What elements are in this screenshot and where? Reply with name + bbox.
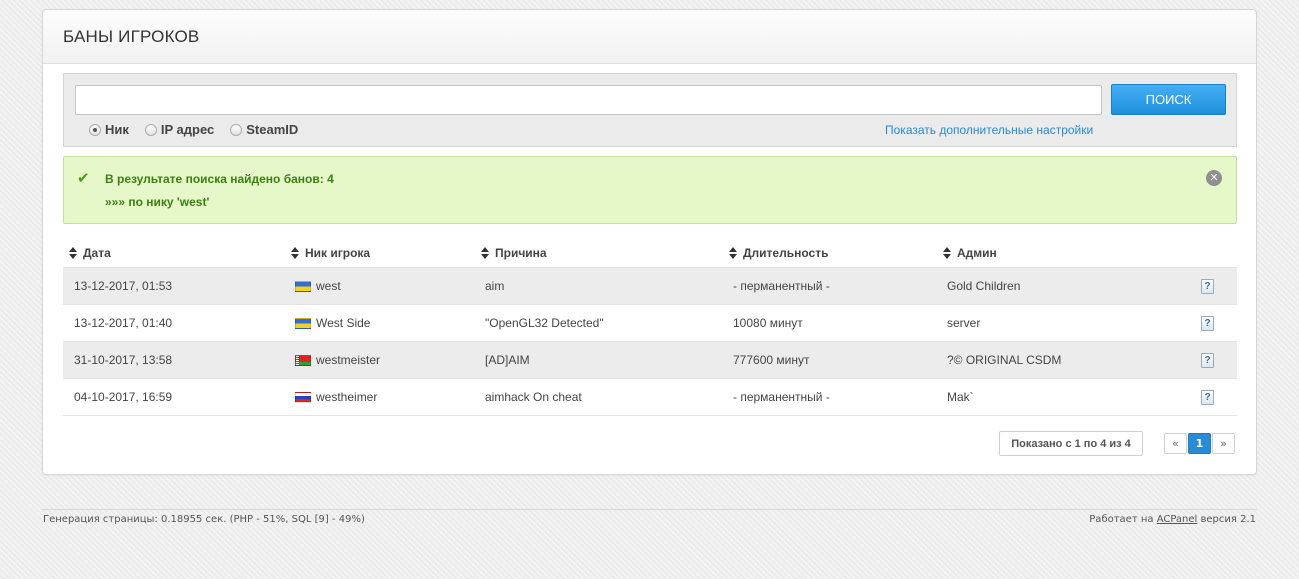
cell-nick: westmeister <box>285 353 475 367</box>
radio-nick-label: Ник <box>105 122 129 137</box>
more-settings-link[interactable]: Показать дополнительные настройки <box>885 123 1093 137</box>
sort-icon <box>729 246 737 259</box>
cell-reason: aim <box>485 279 505 293</box>
table-row[interactable]: 04-10-2017, 16:59 westheimer aimhack On … <box>63 379 1237 416</box>
search-input[interactable] <box>75 85 1102 115</box>
details-icon[interactable]: ? <box>1201 316 1214 331</box>
footer-powered-by: Работает на ACPanel версия 2.1 <box>1089 514 1256 525</box>
table-header: Дата Ник игрока Причина Длительность Адм… <box>63 238 1237 268</box>
cell-admin: ?© ORIGINAL CSDM <box>947 353 1062 367</box>
cell-nick: west <box>285 279 475 293</box>
sort-icon <box>943 246 951 259</box>
cell-details: ? <box>1187 278 1237 294</box>
radio-ip-label: IP адрес <box>160 122 215 137</box>
column-header-label: Дата <box>83 245 111 260</box>
acpanel-link[interactable]: ACPanel <box>1157 514 1198 525</box>
radio-nick-indicator[interactable] <box>89 123 101 136</box>
cell-duration: 10080 минут <box>733 316 803 330</box>
page-1-button[interactable]: 1 <box>1188 433 1211 454</box>
column-header-label: Причина <box>495 245 547 260</box>
details-icon[interactable]: ? <box>1201 279 1214 294</box>
column-header-admin[interactable]: Админ <box>937 246 1187 260</box>
cell-date: 31-10-2017, 13:58 <box>74 353 173 367</box>
radio-nick[interactable]: Ник <box>89 122 129 137</box>
column-header-date[interactable]: Дата <box>63 246 285 260</box>
panel-header: БАНЫ ИГРОКОВ <box>43 10 1256 64</box>
bans-panel: БАНЫ ИГРОКОВ ПОИСК Ник IP адрес SteamID … <box>42 9 1257 475</box>
cell-details: ? <box>1187 352 1237 368</box>
cell-reason: aimhack On cheat <box>485 390 582 404</box>
column-header-label: Ник игрока <box>305 245 371 260</box>
checkmark-icon: ✔ <box>77 169 90 187</box>
cell-nick: West Side <box>285 316 475 330</box>
search-button[interactable]: ПОИСК <box>1111 84 1226 115</box>
sort-icon <box>481 246 489 259</box>
belarus-flag-icon <box>295 354 311 366</box>
ukraine-flag-icon <box>295 280 311 292</box>
search-result-alert: ✔ В результате поиска найдено банов: 4 »… <box>63 156 1237 224</box>
cell-reason: [AD]AIM <box>485 353 530 367</box>
column-header-nick[interactable]: Ник игрока <box>285 246 475 260</box>
cell-details: ? <box>1187 389 1237 405</box>
column-header-label: Админ <box>957 245 997 260</box>
cell-duration: - перманентный - <box>733 390 830 404</box>
powered-by-prefix: Работает на <box>1089 514 1154 525</box>
radio-ip[interactable]: IP адрес <box>144 122 215 137</box>
footer-generation-time: Генерация страницы: 0.18955 сек. (PHP - … <box>43 514 365 525</box>
details-icon[interactable]: ? <box>1201 390 1214 405</box>
sort-icon <box>291 246 299 259</box>
table-row[interactable]: 13-12-2017, 01:40 West Side "OpenGL32 De… <box>63 305 1237 342</box>
cell-nick: westheimer <box>285 390 475 404</box>
cell-details: ? <box>1187 315 1237 331</box>
sort-icon <box>69 246 77 259</box>
nick-text: West Side <box>316 316 371 330</box>
radio-steamid[interactable]: SteamID <box>230 122 298 137</box>
prev-page-button[interactable]: « <box>1164 433 1187 454</box>
cell-duration: - перманентный - <box>733 279 830 293</box>
column-header-label: Длительность <box>743 245 829 260</box>
alert-result-count: В результате поиска найдено банов: 4 <box>105 172 334 186</box>
close-icon[interactable]: ✕ <box>1206 170 1222 186</box>
column-header-reason[interactable]: Причина <box>475 246 723 260</box>
alert-result-filter: »»» по нику 'west' <box>105 195 210 209</box>
search-type-options: Ник IP адрес SteamID <box>89 122 314 137</box>
next-page-button[interactable]: » <box>1212 433 1235 454</box>
nick-text: westheimer <box>316 390 378 404</box>
ukraine-flag-icon <box>295 317 311 329</box>
radio-steamid-label: SteamID <box>246 122 299 137</box>
column-header-duration[interactable]: Длительность <box>723 246 937 260</box>
radio-ip-indicator[interactable] <box>144 123 157 136</box>
cell-reason: "OpenGL32 Detected" <box>485 316 604 330</box>
cell-admin: server <box>947 316 981 330</box>
nick-text: westmeister <box>316 353 381 367</box>
details-icon[interactable]: ? <box>1201 353 1214 368</box>
cell-date: 13-12-2017, 01:40 <box>74 316 173 330</box>
bans-table: Дата Ник игрока Причина Длительность Адм… <box>63 238 1237 416</box>
russia-flag-icon <box>295 391 311 403</box>
version-text: версия 2.1 <box>1200 514 1257 525</box>
cell-date: 04-10-2017, 16:59 <box>74 390 173 404</box>
table-row[interactable]: 31-10-2017, 13:58 westmeister [AD]AIM 77… <box>63 342 1237 379</box>
cell-admin: Mak` <box>947 390 974 404</box>
pagination: « 1 » <box>1164 433 1235 454</box>
cell-admin: Gold Children <box>947 279 1021 293</box>
radio-steamid-indicator[interactable] <box>230 123 243 136</box>
table-row[interactable]: 13-12-2017, 01:53 west aim - перманентны… <box>63 268 1237 305</box>
cell-date: 13-12-2017, 01:53 <box>74 279 173 293</box>
pagination-summary: Показано с 1 по 4 из 4 <box>999 431 1143 456</box>
page-title: БАНЫ ИГРОКОВ <box>63 26 200 46</box>
search-box: ПОИСК Ник IP адрес SteamID Показать допо… <box>63 73 1237 147</box>
nick-text: west <box>316 279 341 293</box>
cell-duration: 777600 минут <box>733 353 810 367</box>
footer-divider <box>42 509 1257 510</box>
